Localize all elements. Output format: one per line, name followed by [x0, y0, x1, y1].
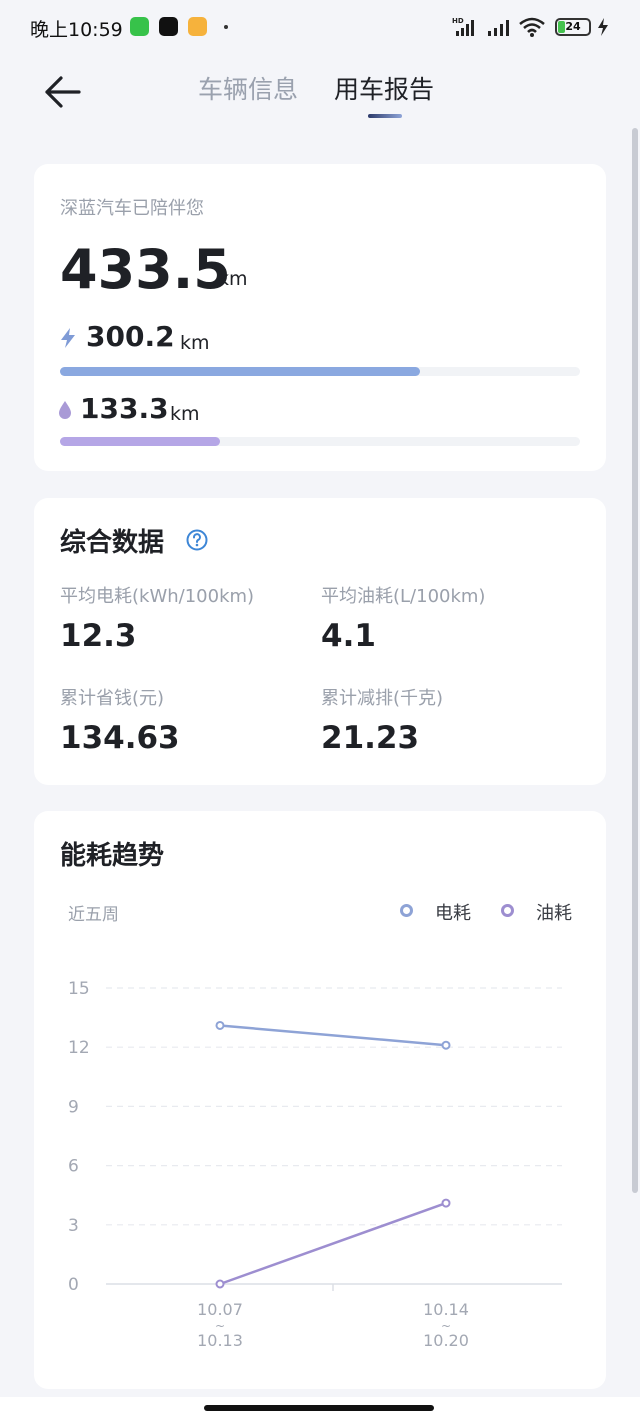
total-mileage: 433.5: [60, 238, 231, 301]
series-line-1: [219, 1201, 447, 1286]
y-tick-label: 9: [68, 1097, 79, 1117]
y-tick-label: 0: [68, 1275, 79, 1295]
metric-value-emission-reduction: 21.23: [321, 720, 420, 756]
data-point: [215, 1279, 225, 1289]
electric-progress-track: [60, 367, 580, 376]
y-tick-label: 12: [68, 1038, 90, 1058]
data-point: [441, 1040, 451, 1050]
trend-card: 能耗趋势 近五周 电耗 油耗 15 12 9 6 3 0 10.07 ~10.13 10.14 ~…: [34, 811, 606, 1389]
fuel-mileage: 133.3: [80, 392, 169, 425]
summary-card: 综合数据 平均电耗(kWh/100km) 12.3 平均油耗(L/100km) …: [34, 498, 606, 785]
battery-icon: 24: [555, 18, 591, 36]
status-bar: 晚上10:59 HD 24: [0, 0, 640, 56]
battery-level: 24: [565, 20, 581, 33]
network-badge: HD: [452, 17, 464, 25]
signal-icon-2: [488, 20, 509, 36]
tiktok-icon: [159, 17, 178, 36]
notes-app-icon: [188, 17, 207, 36]
summary-title: 综合数据: [60, 528, 165, 558]
lightning-icon: [61, 328, 75, 348]
charging-app-icon: [130, 17, 149, 36]
x-tick-label-from: 10.14: [423, 1300, 469, 1319]
x-tick-label-to: 10.13: [197, 1331, 243, 1350]
metric-label-saved-money: 累计省钱(元): [60, 688, 165, 709]
electric-mileage-unit: km: [180, 332, 210, 354]
metric-value-avg-electric: 12.3: [60, 618, 137, 654]
metric-label-emission-reduction: 累计减排(千克): [321, 688, 444, 709]
active-tab-indicator: [368, 114, 402, 118]
fuel-progress-track: [60, 437, 580, 446]
tab-vehicle-info[interactable]: 车辆信息: [198, 70, 298, 106]
electric-progress-fill: [60, 367, 421, 376]
total-mileage-unit: km: [218, 268, 248, 290]
y-tick-label: 15: [68, 979, 90, 999]
scrollbar[interactable]: [632, 128, 638, 1193]
energy-trend-chart: 1512963010.07~10.1310.14~10.20: [68, 979, 562, 1350]
y-tick-label: 6: [68, 1157, 79, 1177]
metric-value-saved-money: 134.63: [60, 720, 180, 756]
x-tick-label-from: 10.07: [197, 1300, 243, 1319]
data-point: [215, 1020, 225, 1030]
x-tick-label-to: 10.20: [423, 1331, 469, 1350]
mileage-card: 深蓝汽车已陪伴您 433.5 km 300.2 km 133.3 km: [34, 164, 606, 471]
series-line-0: [219, 1024, 447, 1047]
charging-icon: [598, 18, 608, 36]
arrow-left-icon[interactable]: [42, 73, 82, 111]
data-point: [441, 1198, 451, 1208]
question-icon[interactable]: [186, 529, 208, 551]
droplet-icon: [59, 401, 71, 419]
metric-value-avg-fuel: 4.1: [321, 618, 376, 654]
electric-mileage: 300.2: [86, 320, 175, 353]
mileage-caption: 深蓝汽车已陪伴您: [60, 198, 204, 219]
metric-label-avg-fuel: 平均油耗(L/100km): [321, 586, 486, 607]
wifi-icon: [519, 17, 545, 37]
status-time: 晚上10:59: [30, 19, 123, 41]
more-notifications-dot: [224, 25, 228, 29]
fuel-mileage-unit: km: [170, 403, 200, 425]
metric-label-avg-electric: 平均电耗(kWh/100km): [60, 586, 255, 607]
signal-icon: HD: [452, 17, 474, 36]
home-indicator[interactable]: [204, 1405, 434, 1411]
tab-usage-report[interactable]: 用车报告: [334, 70, 434, 106]
fuel-progress-fill: [60, 437, 220, 446]
y-tick-label: 3: [68, 1216, 79, 1236]
